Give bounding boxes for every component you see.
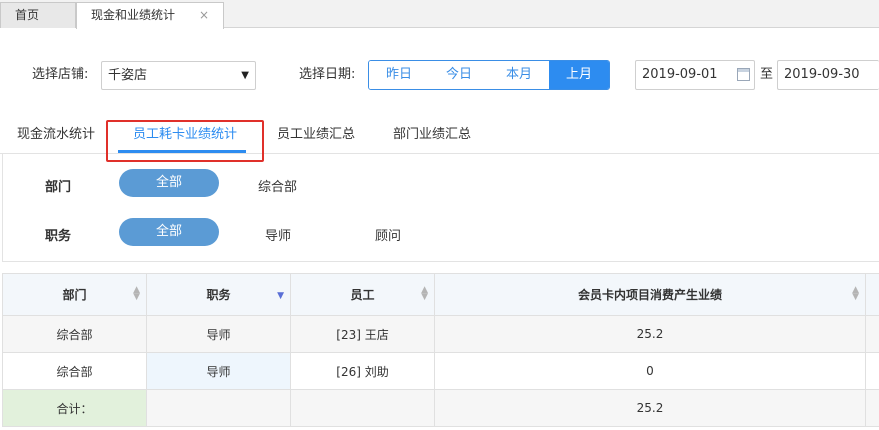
total-role-empty [146,389,291,427]
start-date-input[interactable]: 2019-09-01 [635,60,755,90]
total-spacer [865,389,879,427]
column-header-card-performance[interactable]: 会员卡内项目消费产生业绩 ▲ ▼ [434,273,866,316]
sort-desc-icon[interactable]: ▼ [277,291,284,301]
column-header-department-label: 部门 [62,288,87,302]
performance-table: 部门 ▲ ▼ 职务 ▼ 员工 ▲ ▼ 会员卡内项目消费产生业绩 ▲ ▼ 综合部 导师 … [2,273,879,427]
tab-cash-flow[interactable]: 现金流水统计 [17,118,95,152]
cell-performance: 0 [434,352,866,390]
tab-department-summary[interactable]: 部门业绩汇总 [393,118,471,152]
department-option-general[interactable]: 综合部 [258,176,297,195]
role-option-mentor[interactable]: 导师 [265,225,291,244]
column-header-card-performance-label: 会员卡内项目消费产生业绩 [577,288,722,302]
total-value: 25.2 [434,389,866,427]
total-employee-empty [290,389,435,427]
tab-employee-summary[interactable]: 员工业绩汇总 [277,118,355,152]
table-total-row: 合计： 25.2 [2,389,879,427]
sort-icon[interactable]: ▲ ▼ [852,286,859,302]
cell-department: 综合部 [2,352,147,390]
role-all-button[interactable]: 全部 [119,218,219,246]
column-header-employee[interactable]: 员工 ▲ ▼ [290,273,435,316]
table-header-row: 部门 ▲ ▼ 职务 ▼ 员工 ▲ ▼ 会员卡内项目消费产生业绩 ▲ ▼ [2,273,879,316]
store-select-value: 千姿店 [108,68,148,83]
calendar-icon[interactable] [737,68,750,81]
tab-cash-performance[interactable]: 现金和业绩统计 × [76,2,224,29]
quick-date-yesterday[interactable]: 昨日 [369,61,429,89]
column-header-role-label: 职务 [206,288,231,302]
cell-spacer [865,315,879,353]
quick-date-group: 昨日 今日 本月 上月 [368,60,610,90]
dropdown-arrow-icon: ▼ [241,70,249,81]
cell-department: 综合部 [2,315,147,353]
window-tab-strip: 首页 现金和业绩统计 × [0,0,879,29]
cell-employee: [26] 刘助 [290,352,435,390]
sort-icon[interactable]: ▲ ▼ [133,286,140,302]
role-option-consultant[interactable]: 顾问 [375,225,401,244]
cell-employee: [23] 王店 [290,315,435,353]
end-date-value: 2019-09-30 [784,67,860,82]
tab-home[interactable]: 首页 [0,2,76,28]
store-select[interactable]: 千姿店 ▼ [101,61,256,90]
quick-date-this-month[interactable]: 本月 [489,61,549,89]
total-label: 合计： [2,389,147,427]
start-date-value: 2019-09-01 [642,67,718,82]
end-date-input[interactable]: 2019-09-30 [777,60,879,90]
sort-icon[interactable]: ▲ ▼ [421,286,428,302]
to-label: 至 [760,67,774,82]
tab-cash-performance-label: 现金和业绩统计 [91,8,176,22]
column-header-spacer [865,273,879,316]
column-header-employee-label: 员工 [350,288,375,302]
quick-date-last-month[interactable]: 上月 [549,61,609,89]
cell-role: 导师 [146,352,291,390]
department-all-button[interactable]: 全部 [119,169,219,197]
store-label: 选择店铺: [32,67,89,82]
cell-role: 导师 [146,315,291,353]
table-row[interactable]: 综合部 导师 [23] 王店 25.2 [2,315,879,353]
close-icon[interactable]: × [199,3,209,27]
cell-spacer [865,352,879,390]
department-filter-label: 部门 [45,180,72,195]
quick-date-today[interactable]: 今日 [429,61,489,89]
column-header-role[interactable]: 职务 ▼ [146,273,291,316]
date-label: 选择日期: [299,67,356,82]
column-header-department[interactable]: 部门 ▲ ▼ [2,273,147,316]
cell-performance: 25.2 [434,315,866,353]
filter-row: 选择店铺: 千姿店 ▼ 选择日期: 昨日 今日 本月 上月 2019-09-01… [0,58,879,92]
filter-panel: 部门 全部 综合部 职务 全部 导师 顾问 [2,154,879,262]
table-row[interactable]: 综合部 导师 [26] 刘助 0 [2,352,879,390]
role-filter-label: 职务 [45,229,72,244]
tab-home-label: 首页 [15,8,40,22]
